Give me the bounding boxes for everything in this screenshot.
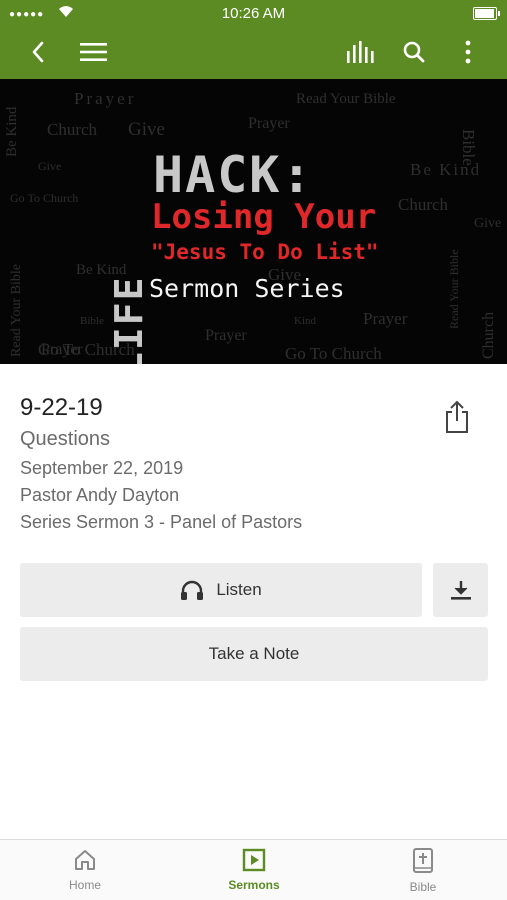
sermon-title: 9-22-19 [20, 394, 103, 421]
banner-line-jesus: "Jesus To Do List" [151, 240, 379, 264]
download-icon [450, 579, 472, 601]
banner-background-word: Prayer [205, 327, 247, 344]
sermon-subtitle: Questions [20, 428, 111, 450]
banner-life-word: LIFE [110, 275, 146, 364]
app-header: ●●●●● 10:26 AM [0, 0, 507, 79]
banner-hack-word: HACK: [153, 146, 314, 204]
bible-icon [411, 848, 435, 877]
banner-life-lettering: LIFE [110, 275, 146, 364]
banner-line-series: Sermon Series [149, 274, 345, 303]
listen-label: Listen [216, 580, 262, 599]
headphones-icon [180, 579, 204, 601]
sermon-series: Series Sermon 3 - Panel of Pastors [20, 512, 303, 532]
status-time: 10:26 AM [221, 5, 286, 22]
banner-background-word: Prayer [363, 309, 408, 328]
sermon-speaker: Pastor Andy Dayton [20, 485, 180, 505]
banner-background-word: Go To Church [285, 344, 382, 363]
tab-home[interactable]: Home [30, 848, 140, 892]
banner-background-word: Prayer [74, 89, 137, 108]
status-bar: ●●●●● 10:26 AM [0, 0, 507, 28]
menu-icon[interactable] [75, 34, 111, 70]
tab-bible[interactable]: Bible [368, 848, 478, 894]
play-square-icon [242, 848, 266, 875]
listen-button[interactable]: Listen [20, 563, 422, 617]
audio-levels-icon[interactable] [343, 34, 379, 70]
banner-background-word: Church [398, 195, 449, 214]
banner-background-word: Be Kind [4, 106, 20, 157]
home-icon [73, 848, 97, 875]
banner-background-word: Kind [294, 315, 316, 327]
banner-background-word: Read Your Bible [447, 249, 461, 329]
take-note-label: Take a Note [208, 644, 300, 663]
back-icon[interactable] [20, 34, 56, 70]
banner-background-word: Give [38, 159, 62, 173]
banner-background-word: Church [47, 120, 98, 139]
download-button[interactable] [433, 563, 488, 617]
banner-background-word: Read Your Bible [296, 91, 396, 107]
banner-background-word: Prayer [248, 115, 290, 132]
navigation-bar [0, 28, 507, 78]
share-icon[interactable] [443, 400, 471, 434]
banner-background-word: Give [474, 216, 502, 231]
tab-sermons-label: Sermons [228, 878, 280, 892]
banner-line-losing: Losing Your [151, 197, 377, 237]
tab-bar: Home Sermons Bible [0, 839, 507, 900]
sermon-series-banner: Prayer Read Your Bible Be Kind Church Gi… [0, 79, 507, 364]
battery-icon [473, 7, 500, 20]
tab-sermons[interactable]: Sermons [199, 848, 309, 892]
banner-background-word: Go To Church [10, 191, 79, 205]
banner-background-word: Read Your Bible [9, 264, 24, 357]
take-note-button[interactable]: Take a Note [20, 627, 488, 681]
tab-bible-label: Bible [409, 880, 437, 894]
search-icon[interactable] [396, 34, 432, 70]
banner-background-word: Bible [459, 129, 478, 166]
banner-background-word: Bible [80, 315, 104, 327]
banner-background-word: Church [480, 311, 497, 359]
more-options-icon[interactable] [450, 34, 486, 70]
banner-background-word: Give [128, 119, 165, 140]
sermon-date: September 22, 2019 [20, 458, 184, 478]
tab-home-label: Home [68, 878, 101, 892]
